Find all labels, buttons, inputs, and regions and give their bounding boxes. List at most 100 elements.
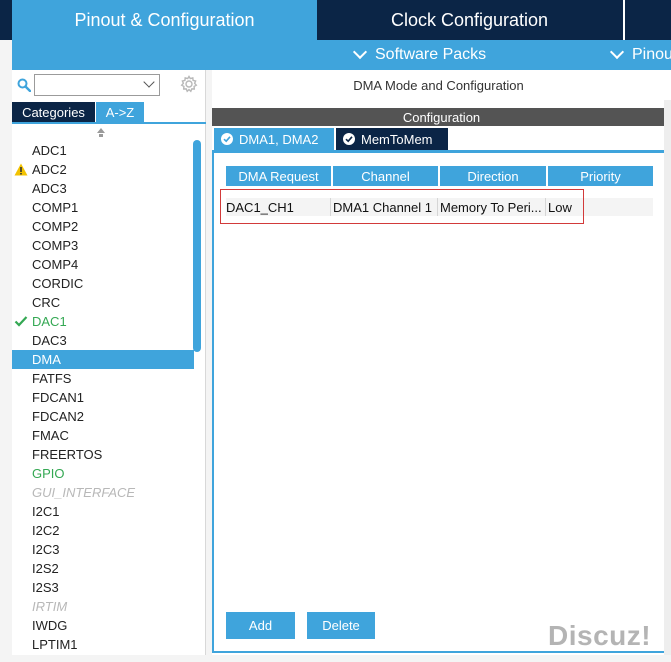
tab-pinout-configuration[interactable]: Pinout & Configuration: [12, 0, 317, 40]
sort-ascending-icon-stem: [99, 134, 103, 137]
column-header-channel[interactable]: Channel: [333, 166, 438, 186]
list-item-label: I2C2: [32, 523, 60, 538]
list-item[interactable]: I2S3: [12, 578, 194, 597]
mode-title: DMA Mode and Configuration: [353, 77, 524, 93]
list-item[interactable]: FDCAN2: [12, 407, 194, 426]
list-item-label: FREERTOS: [32, 447, 103, 462]
list-item[interactable]: IWDG: [12, 616, 194, 635]
pinout-menu[interactable]: Pinout: [609, 40, 671, 70]
list-item[interactable]: DAC3: [12, 331, 194, 350]
sort-divider: [12, 122, 206, 124]
pinout-menu-label: Pinout: [632, 46, 671, 63]
list-item[interactable]: CRC: [12, 293, 194, 312]
chevron-down-icon[interactable]: [143, 76, 155, 88]
categories-label: Categories: [22, 104, 85, 120]
software-packs-label: Software Packs: [375, 46, 487, 63]
sub-menu-bar: Software Packs Pinout: [12, 40, 671, 70]
scrollbar-thumb[interactable]: [193, 140, 201, 352]
chevron-down-icon: [352, 44, 368, 60]
list-item-label: I2S2: [32, 561, 59, 576]
chevron-down-icon: [609, 44, 625, 60]
list-item-label: DAC3: [32, 333, 67, 348]
list-item-label: GPIO: [32, 466, 65, 481]
warning-icon: [14, 163, 28, 176]
peripheral-list-panel: Categories A->Z ADC1 ADC2 ADC3 COMP1 COMP2 CO…: [12, 70, 206, 655]
row-highlight-box: [220, 189, 584, 224]
list-item-label: FMAC: [32, 428, 69, 443]
list-item[interactable]: ADC2: [12, 160, 194, 179]
list-item[interactable]: ADC3: [12, 179, 194, 198]
peripheral-list: ADC1 ADC2 ADC3 COMP1 COMP2 COMP3 COMP4 CORDIC CR…: [12, 141, 194, 654]
tab-memtomem[interactable]: MemToMem: [336, 128, 448, 150]
list-item[interactable]: FATFS: [12, 369, 194, 388]
tab-pinout-configuration-label: Pinout & Configuration: [74, 9, 255, 30]
list-item-label: I2C1: [32, 504, 60, 519]
list-item[interactable]: I2S2: [12, 559, 194, 578]
list-item-label: DMA: [32, 352, 61, 367]
list-item[interactable]: IRTIM: [12, 597, 194, 616]
list-item[interactable]: COMP3: [12, 236, 194, 255]
delete-button[interactable]: Delete: [307, 612, 375, 639]
list-item-label: ADC3: [32, 181, 67, 196]
list-item[interactable]: DMA: [12, 350, 194, 369]
check-circle-icon: [343, 133, 355, 145]
list-item-label: ADC1: [32, 143, 67, 158]
list-item[interactable]: CORDIC: [12, 274, 194, 293]
list-item[interactable]: ADC1: [12, 141, 194, 160]
list-item[interactable]: FMAC: [12, 426, 194, 445]
list-item-label: COMP2: [32, 219, 79, 234]
list-item[interactable]: DAC1: [12, 312, 194, 331]
tab-overflow[interactable]: [623, 0, 671, 40]
software-packs-menu[interactable]: Software Packs: [352, 40, 487, 70]
dma-config-panel: DMA Mode and Configuration Configuration…: [212, 70, 671, 655]
list-item-label: I2S3: [32, 580, 59, 595]
list-item-label: DAC1: [32, 314, 67, 329]
tab-content-frame: [212, 150, 668, 653]
list-item[interactable]: I2C3: [12, 540, 194, 559]
add-button[interactable]: Add: [226, 612, 295, 639]
check-circle-icon: [221, 133, 233, 145]
list-item-label: CORDIC: [32, 276, 84, 291]
list-item-label: FDCAN2: [32, 409, 85, 424]
watermark: Discuz!: [548, 620, 652, 651]
tab-dma1-dma2[interactable]: DMA1, DMA2: [214, 128, 334, 150]
list-item-label: LPTIM1: [32, 637, 78, 652]
list-item-label: I2C3: [32, 542, 60, 557]
column-header-direction[interactable]: Direction: [440, 166, 546, 186]
configuration-label: Configuration: [402, 109, 481, 125]
az-sort-button[interactable]: A->Z: [96, 102, 144, 122]
checkmark-icon: [14, 316, 28, 327]
list-item-label: FDCAN1: [32, 390, 85, 405]
tab-memtomem-label: MemToMem: [361, 131, 433, 147]
right-scrollbar[interactable]: [664, 100, 671, 655]
search-icon[interactable]: [17, 78, 31, 92]
list-item[interactable]: GUI_INTERFACE: [12, 483, 194, 502]
top-tab-bar: Pinout & Configuration Clock Configurati…: [0, 0, 671, 40]
list-item[interactable]: FDCAN1: [12, 388, 194, 407]
tab-clock-configuration[interactable]: Clock Configuration: [318, 0, 621, 40]
sort-toggle: Categories A->Z: [12, 102, 206, 122]
list-item-label: COMP1: [32, 200, 79, 215]
column-header-priority[interactable]: Priority: [548, 166, 653, 186]
gear-icon[interactable]: [180, 75, 198, 93]
configuration-header: Configuration: [212, 108, 671, 126]
list-item-label: GUI_INTERFACE: [32, 485, 136, 500]
list-item[interactable]: I2C1: [12, 502, 194, 521]
list-item[interactable]: FREERTOS: [12, 445, 194, 464]
tab-clock-configuration-label: Clock Configuration: [390, 9, 549, 30]
list-item[interactable]: I2C2: [12, 521, 194, 540]
list-item[interactable]: GPIO: [12, 464, 194, 483]
list-item[interactable]: COMP2: [12, 217, 194, 236]
list-item[interactable]: LPTIM1: [12, 635, 194, 654]
cubemx-window: Pinout & Configuration Clock Configurati…: [0, 0, 671, 662]
search-input[interactable]: [34, 74, 160, 96]
configuration-body: DMA1, DMA2 MemToMem DMA Request Channel …: [212, 126, 671, 655]
list-item-label: COMP3: [32, 238, 79, 253]
categories-button[interactable]: Categories: [12, 102, 95, 122]
list-item-label: FATFS: [32, 371, 72, 386]
sort-ascending-icon: [97, 128, 105, 133]
list-item[interactable]: COMP4: [12, 255, 194, 274]
column-header-dma-request[interactable]: DMA Request: [226, 166, 331, 186]
list-item[interactable]: COMP1: [12, 198, 194, 217]
tab-dma1-dma2-label: DMA1, DMA2: [239, 131, 319, 147]
